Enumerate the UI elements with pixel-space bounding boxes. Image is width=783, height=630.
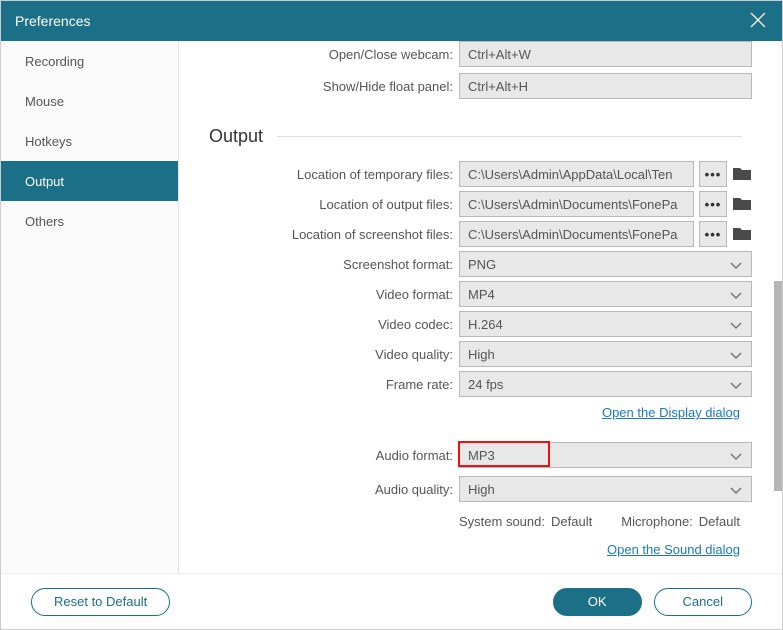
footer: Reset to Default OK Cancel — [1, 573, 782, 629]
folder-icon[interactable] — [732, 226, 752, 242]
audio-format-dropdown[interactable]: MP3 — [459, 442, 752, 468]
folder-icon[interactable] — [732, 166, 752, 182]
temp-files-label: Location of temporary files: — [179, 167, 459, 182]
video-format-dropdown[interactable]: MP4 — [459, 281, 752, 307]
sidebar-item-hotkeys[interactable]: Hotkeys — [1, 121, 178, 161]
temp-files-input[interactable]: C:\Users\Admin\AppData\Local\Ten — [459, 161, 694, 187]
chevron-down-icon — [729, 450, 743, 460]
sidebar-item-label: Output — [25, 174, 64, 189]
microphone-label: Microphone: — [621, 514, 693, 529]
video-codec-dropdown[interactable]: H.264 — [459, 311, 752, 337]
chevron-down-icon — [729, 349, 743, 359]
chevron-down-icon — [729, 289, 743, 299]
video-codec-label: Video codec: — [179, 317, 459, 332]
microphone-value: Default — [699, 514, 740, 529]
frame-rate-label: Frame rate: — [179, 377, 459, 392]
screenshot-files-input[interactable]: C:\Users\Admin\Documents\FonePa — [459, 221, 694, 247]
divider — [277, 136, 742, 137]
audio-quality-label: Audio quality: — [179, 482, 459, 497]
scrollbar[interactable] — [774, 281, 782, 491]
sidebar-item-label: Mouse — [25, 94, 64, 109]
sidebar-item-label: Recording — [25, 54, 84, 69]
dialog-title: Preferences — [15, 13, 90, 29]
chevron-down-icon — [729, 484, 743, 494]
titlebar: Preferences — [1, 1, 782, 41]
audio-format-label: Audio format: — [179, 448, 459, 463]
video-format-label: Video format: — [179, 287, 459, 302]
sidebar-item-others[interactable]: Others — [1, 201, 178, 241]
output-files-browse-button[interactable]: ••• — [699, 191, 727, 217]
preferences-dialog: Preferences Recording Mouse Hotkeys Outp… — [0, 0, 783, 630]
ok-button[interactable]: OK — [553, 588, 642, 616]
screenshot-format-dropdown[interactable]: PNG — [459, 251, 752, 277]
content-area: Open/Close webcam: Ctrl+Alt+W Show/Hide … — [179, 41, 782, 573]
close-icon[interactable] — [748, 10, 768, 33]
frame-rate-dropdown[interactable]: 24 fps — [459, 371, 752, 397]
output-section-title: Output — [209, 126, 752, 147]
video-quality-label: Video quality: — [179, 347, 459, 362]
sidebar-item-mouse[interactable]: Mouse — [1, 81, 178, 121]
chevron-down-icon — [729, 259, 743, 269]
sidebar-item-label: Others — [25, 214, 64, 229]
sidebar: Recording Mouse Hotkeys Output Others — [1, 41, 179, 573]
screenshot-files-browse-button[interactable]: ••• — [699, 221, 727, 247]
video-quality-dropdown[interactable]: High — [459, 341, 752, 367]
webcam-hotkey-input[interactable]: Ctrl+Alt+W — [459, 41, 752, 67]
output-files-label: Location of output files: — [179, 197, 459, 212]
sidebar-item-output[interactable]: Output — [1, 161, 178, 201]
system-sound-value: Default — [551, 514, 592, 529]
float-panel-hotkey-input[interactable]: Ctrl+Alt+H — [459, 73, 752, 99]
open-sound-dialog-link[interactable]: Open the Sound dialog — [179, 542, 752, 557]
webcam-hotkey-label: Open/Close webcam: — [179, 47, 459, 62]
folder-icon[interactable] — [732, 196, 752, 212]
dialog-body: Recording Mouse Hotkeys Output Others Op… — [1, 41, 782, 573]
reset-to-default-button[interactable]: Reset to Default — [31, 588, 170, 616]
sidebar-item-label: Hotkeys — [25, 134, 72, 149]
system-sound-label: System sound: — [459, 514, 545, 529]
float-panel-hotkey-label: Show/Hide float panel: — [179, 79, 459, 94]
cancel-button[interactable]: Cancel — [654, 588, 752, 616]
output-files-input[interactable]: C:\Users\Admin\Documents\FonePa — [459, 191, 694, 217]
chevron-down-icon — [729, 379, 743, 389]
audio-quality-dropdown[interactable]: High — [459, 476, 752, 502]
temp-files-browse-button[interactable]: ••• — [699, 161, 727, 187]
open-display-dialog-link[interactable]: Open the Display dialog — [179, 405, 752, 420]
screenshot-format-label: Screenshot format: — [179, 257, 459, 272]
sidebar-item-recording[interactable]: Recording — [1, 41, 178, 81]
screenshot-files-label: Location of screenshot files: — [179, 227, 459, 242]
chevron-down-icon — [729, 319, 743, 329]
